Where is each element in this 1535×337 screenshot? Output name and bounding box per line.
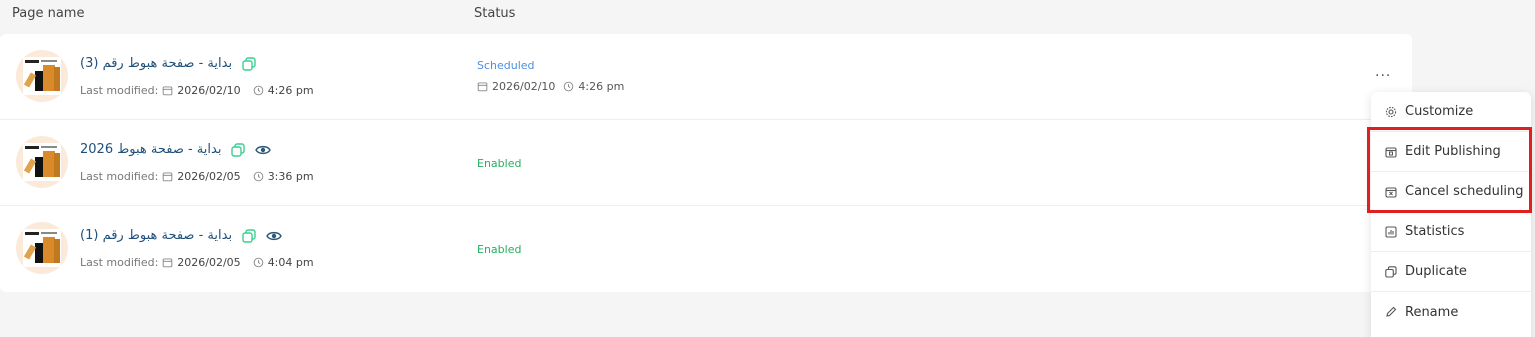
- page-title[interactable]: بداية - صفحة هبوط رقم (1): [80, 228, 232, 243]
- menu-item-duplicate[interactable]: Duplicate: [1371, 252, 1531, 292]
- copy-icon[interactable]: [242, 56, 256, 71]
- clock-icon: [253, 257, 263, 268]
- gear-icon: [1385, 106, 1397, 117]
- modified-time: 4:04 pm: [267, 256, 314, 269]
- clock-icon: [253, 171, 263, 182]
- pencil-icon: [1386, 306, 1397, 317]
- status-badge: Enabled: [477, 243, 522, 256]
- status-badge: Enabled: [477, 157, 522, 170]
- page-thumbnail: [16, 222, 68, 274]
- clock-icon: [564, 81, 574, 92]
- calendar-icon: [477, 82, 488, 92]
- calendar-icon: [162, 258, 173, 268]
- last-modified: Last modified: 2026/02/10 4:26 pm: [80, 84, 314, 97]
- clock-icon: [253, 85, 263, 96]
- menu-item-customize[interactable]: Customize: [1371, 92, 1531, 132]
- pages-table: بداية - صفحة هبوط رقم (3) Last modified:…: [0, 34, 1412, 292]
- scheduled-date: 2026/02/10: [492, 80, 556, 93]
- calendar-icon: [162, 172, 173, 182]
- menu-item-statistics[interactable]: Statistics: [1371, 212, 1531, 252]
- table-row[interactable]: بداية - صفحة هبوط 2026 Last modified: 20…: [0, 120, 1412, 206]
- last-modified: Last modified: 2026/02/05 3:36 pm: [80, 170, 314, 183]
- pages-list-screen: Page name Status بداية - صفحة هبوط رقم (…: [0, 0, 1535, 337]
- page-title[interactable]: بداية - صفحة هبوط رقم (3): [80, 56, 232, 71]
- eye-icon[interactable]: [255, 143, 272, 157]
- column-header-status: Status: [474, 6, 516, 21]
- eye-icon[interactable]: [266, 229, 282, 243]
- last-modified: Last modified: 2026/02/05 4:04 pm: [80, 256, 314, 269]
- modified-date: 2026/02/05: [177, 170, 241, 183]
- scheduled-time: 4:26 pm: [578, 80, 625, 93]
- menu-item-rename[interactable]: Rename: [1371, 292, 1531, 332]
- column-header-page-name: Page name: [12, 6, 85, 21]
- chart-icon: [1385, 225, 1397, 238]
- more-options-button[interactable]: ···: [1375, 69, 1391, 83]
- modified-time: 4:26 pm: [267, 84, 314, 97]
- copy-icon: [1385, 265, 1397, 278]
- annotation-highlight-box: [1367, 127, 1532, 213]
- status-badge: Scheduled: [477, 59, 535, 72]
- page-thumbnail: [16, 50, 68, 102]
- page-thumbnail: [16, 136, 68, 188]
- page-title[interactable]: بداية - صفحة هبوط 2026: [80, 142, 221, 157]
- copy-icon[interactable]: [242, 228, 256, 243]
- modified-time: 3:36 pm: [267, 170, 314, 183]
- table-row[interactable]: بداية - صفحة هبوط رقم (1) Last modified:…: [0, 206, 1412, 292]
- table-row[interactable]: بداية - صفحة هبوط رقم (3) Last modified:…: [0, 34, 1412, 120]
- modified-date: 2026/02/10: [177, 84, 241, 97]
- scheduled-datetime: 2026/02/10 4:26 pm: [477, 80, 624, 93]
- modified-date: 2026/02/05: [177, 256, 241, 269]
- calendar-icon: [162, 86, 173, 96]
- copy-icon[interactable]: [231, 142, 246, 157]
